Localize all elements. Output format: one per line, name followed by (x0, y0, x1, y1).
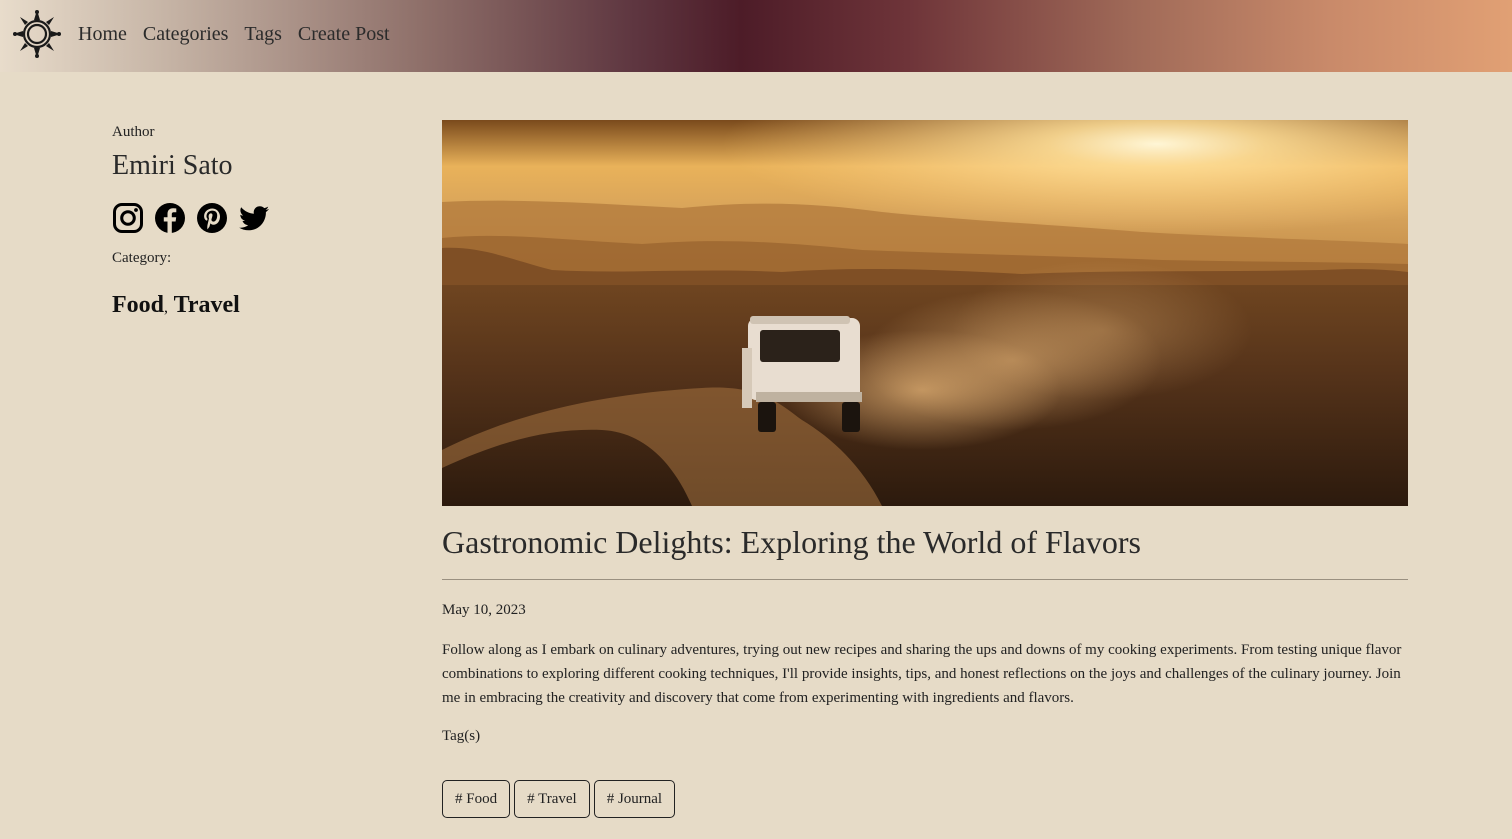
post-article: Gastronomic Delights: Exploring the Worl… (442, 120, 1408, 818)
nav-create-post-link[interactable]: Create Post (298, 20, 390, 48)
nav-tags-link[interactable]: Tags (244, 20, 281, 48)
instagram-icon[interactable] (112, 202, 144, 234)
author-name: Emiri Sato (112, 150, 233, 181)
tag-food-button[interactable]: # Food (442, 780, 511, 818)
post-hero-image (442, 120, 1408, 506)
category-label: Category: (112, 250, 172, 266)
pinterest-icon[interactable] (196, 202, 228, 234)
tags-label: Tag(s) (442, 728, 481, 744)
tag-journal-button[interactable]: # Journal (593, 780, 676, 818)
category-separator: , (164, 299, 169, 316)
category-travel-link[interactable]: Travel (174, 292, 240, 318)
post-title: Gastronomic Delights: Exploring the Worl… (442, 524, 1141, 560)
twitter-icon[interactable] (238, 202, 270, 234)
nav-links: Home Categories Tags Create Post (78, 20, 406, 48)
sun-ornament-icon[interactable] (11, 8, 63, 60)
category-list: Food, Travel (112, 290, 412, 323)
author-label: Author (112, 124, 155, 140)
tag-travel-button[interactable]: # Travel (514, 780, 590, 818)
nav-categories-link[interactable]: Categories (143, 20, 229, 48)
social-links (112, 202, 412, 234)
post-body: Follow along as I embark on culinary adv… (442, 642, 1402, 706)
top-navbar: Home Categories Tags Create Post (0, 0, 1512, 72)
post-date: May 10, 2023 (442, 602, 526, 618)
tag-list: # Food # Travel # Journal (442, 780, 1408, 818)
title-divider (442, 579, 1408, 580)
author-sidebar: Author Emiri Sato Category: Food, Travel (112, 122, 412, 323)
category-food-link[interactable]: Food (112, 292, 164, 318)
facebook-icon[interactable] (154, 202, 186, 234)
nav-home-link[interactable]: Home (78, 20, 127, 48)
